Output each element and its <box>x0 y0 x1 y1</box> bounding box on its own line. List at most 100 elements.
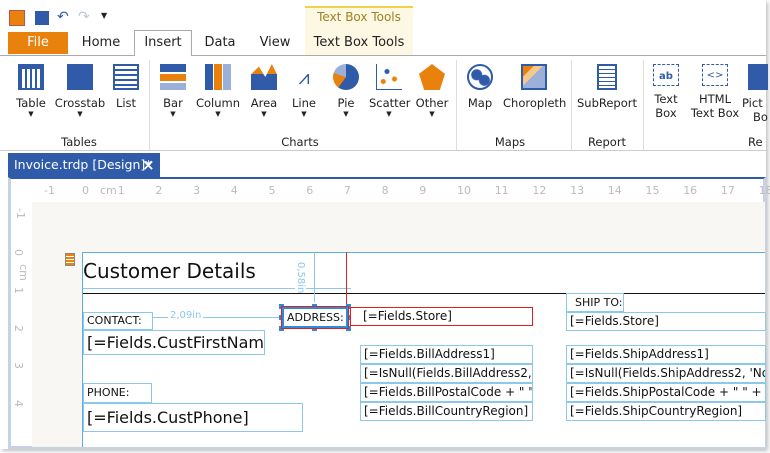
selection-guide-v <box>346 252 347 304</box>
subreport-button[interactable]: SubReport <box>577 64 637 110</box>
scatter-chart-button[interactable]: Scatter ▼ <box>369 64 411 118</box>
bar-chart-icon <box>160 64 186 90</box>
save-icon[interactable] <box>35 11 49 25</box>
list-icon <box>113 64 139 90</box>
redo-icon[interactable]: ↷ <box>78 9 90 25</box>
table-button[interactable]: Table ▼ <box>12 64 50 118</box>
scatter-chart-icon <box>376 64 402 90</box>
ruler-label: 15 <box>645 184 660 197</box>
ruler-label: 1 <box>117 184 125 197</box>
map-button[interactable]: Map <box>465 64 495 110</box>
ruler-label: 11 <box>494 184 509 197</box>
ruler-label: 17 <box>720 184 735 197</box>
contact-value[interactable]: [=Fields.CustFirstName <box>83 330 265 355</box>
line-chart-icon: ⩘ <box>298 65 310 89</box>
column-chart-button[interactable]: Column ▼ <box>195 64 241 118</box>
ruler-label: 12 <box>532 184 547 197</box>
area-chart-button[interactable]: Area ▼ <box>248 64 280 118</box>
group-tables-label: Tables <box>61 135 97 149</box>
report-designer-icon <box>9 10 25 26</box>
choropleth-button[interactable]: Choropleth <box>503 64 566 110</box>
ruler-label: 5 <box>268 184 276 197</box>
ruler-label: 0 <box>82 184 89 197</box>
html-text-box-icon: <> <box>702 64 728 86</box>
tab-file[interactable]: File <box>8 32 68 54</box>
ship-address1[interactable]: [=Fields.ShipAddress1] <box>566 345 766 364</box>
text-box-button[interactable]: ab Text Box <box>650 64 682 120</box>
ruler-label: 2 <box>155 184 163 197</box>
ruler-label: 1 <box>12 286 25 294</box>
pie-chart-button[interactable]: Pie ▼ <box>331 64 361 118</box>
tab-insert[interactable]: Insert <box>134 30 192 56</box>
group-items-label: Re <box>748 135 763 149</box>
ruler-label: 3 <box>193 184 201 197</box>
tab-view[interactable]: View <box>250 31 300 55</box>
address-label[interactable]: ADDRESS: <box>281 306 349 329</box>
vertical-guide <box>314 252 315 302</box>
context-header: Text Box Tools <box>317 10 401 24</box>
tab-home[interactable]: Home <box>72 31 130 55</box>
list-button[interactable]: List <box>110 64 142 110</box>
report-title[interactable]: Customer Details <box>83 259 256 283</box>
line-chart-button[interactable]: ⩘ Line ▼ <box>289 64 319 118</box>
ruler-label: 10 <box>457 184 471 197</box>
ruler-label: 9 <box>419 184 427 197</box>
ruler-label: 13 <box>570 184 585 197</box>
width-measure: 2,09in <box>168 310 204 321</box>
ruler-label: 14 <box>607 184 622 197</box>
bill-address2[interactable]: [=IsNull(Fields.BillAddress2, <box>360 364 533 383</box>
subreport-icon <box>597 64 617 90</box>
bill-address1[interactable]: [=Fields.BillAddress1] <box>360 345 533 364</box>
ship-store[interactable]: [=Fields.Store] <box>566 312 766 331</box>
table-icon[interactable] <box>65 253 75 266</box>
group-charts-label: Charts <box>281 135 319 149</box>
html-text-box-button[interactable]: <> HTML Text Box <box>690 64 740 120</box>
undo-icon[interactable]: ↶ <box>57 9 69 25</box>
globe-icon <box>467 64 493 90</box>
ruler-label: 6 <box>306 184 314 197</box>
pie-chart-icon <box>333 64 359 90</box>
picture-box-icon <box>748 64 768 90</box>
vertical-ruler: -1 0 cm 1 2 3 4 <box>11 202 32 447</box>
app-window: ↶ ↷ ▼ Text Box Tools File Home Insert Da… <box>0 0 770 449</box>
ribbon: Table ▼ Crosstab ▼ List Tables Bar ▼ Column… <box>0 55 768 151</box>
tab-text-box-tools[interactable]: Text Box Tools <box>305 31 413 55</box>
bill-store[interactable]: [=Fields.Store] <box>350 307 533 326</box>
table-icon <box>18 64 44 90</box>
choropleth-icon <box>521 64 547 90</box>
ruler-label: 4 <box>230 184 238 197</box>
document-tab[interactable]: Invoice.trdp [Design]* × <box>8 153 160 177</box>
ship-address2[interactable]: [=IsNull(Fields.ShipAddress2, 'No <box>566 364 766 383</box>
group-maps-label: Maps <box>494 135 526 149</box>
ruler-label: -1 <box>13 208 27 219</box>
close-tab-icon[interactable]: × <box>142 153 155 177</box>
ruler-label: cm <box>100 184 117 197</box>
ruler-label: 7 <box>343 184 351 197</box>
other-chart-button[interactable]: Other ▼ <box>414 64 450 118</box>
ruler-label: 2 <box>12 324 25 332</box>
ship-to-label[interactable]: SHIP TO: <box>566 293 624 312</box>
picture-box-button[interactable]: Pict Bo <box>742 64 770 124</box>
dropdown-icon[interactable]: ▼ <box>101 11 107 20</box>
ruler-label: 3 <box>12 362 25 370</box>
group-report-label: Report <box>587 135 627 149</box>
ruler-label: 16 <box>683 184 698 197</box>
phone-value[interactable]: [=Fields.CustPhone] <box>83 403 303 432</box>
phone-label[interactable]: PHONE: <box>83 383 152 403</box>
crosstab-button[interactable]: Crosstab ▼ <box>52 64 108 118</box>
ruler-label: cm <box>16 264 30 281</box>
ship-postal-code[interactable]: [=Fields.ShipPostalCode + " " + F <box>566 383 766 402</box>
ruler-label: -1 <box>44 184 55 197</box>
text-box-icon: ab <box>653 64 679 86</box>
ship-country[interactable]: [=Fields.ShipCountryRegion] <box>566 402 766 421</box>
bill-postal-code[interactable]: [=Fields.BillPostalCode + " " <box>360 383 533 402</box>
bill-country[interactable]: [=Fields.BillCountryRegion] <box>360 402 533 421</box>
bar-chart-button[interactable]: Bar ▼ <box>157 64 189 118</box>
horizontal-ruler: -1 0 cm 1 2 3 4 5 6 7 8 9 10 11 12 13 14 15 16 17 18 <box>11 180 770 202</box>
radar-chart-icon <box>419 64 445 90</box>
tab-data[interactable]: Data <box>195 31 245 55</box>
crosstab-icon <box>67 64 93 90</box>
contact-label[interactable]: CONTACT: <box>83 312 153 330</box>
divider-line <box>83 293 765 294</box>
ruler-label: 4 <box>12 400 25 408</box>
